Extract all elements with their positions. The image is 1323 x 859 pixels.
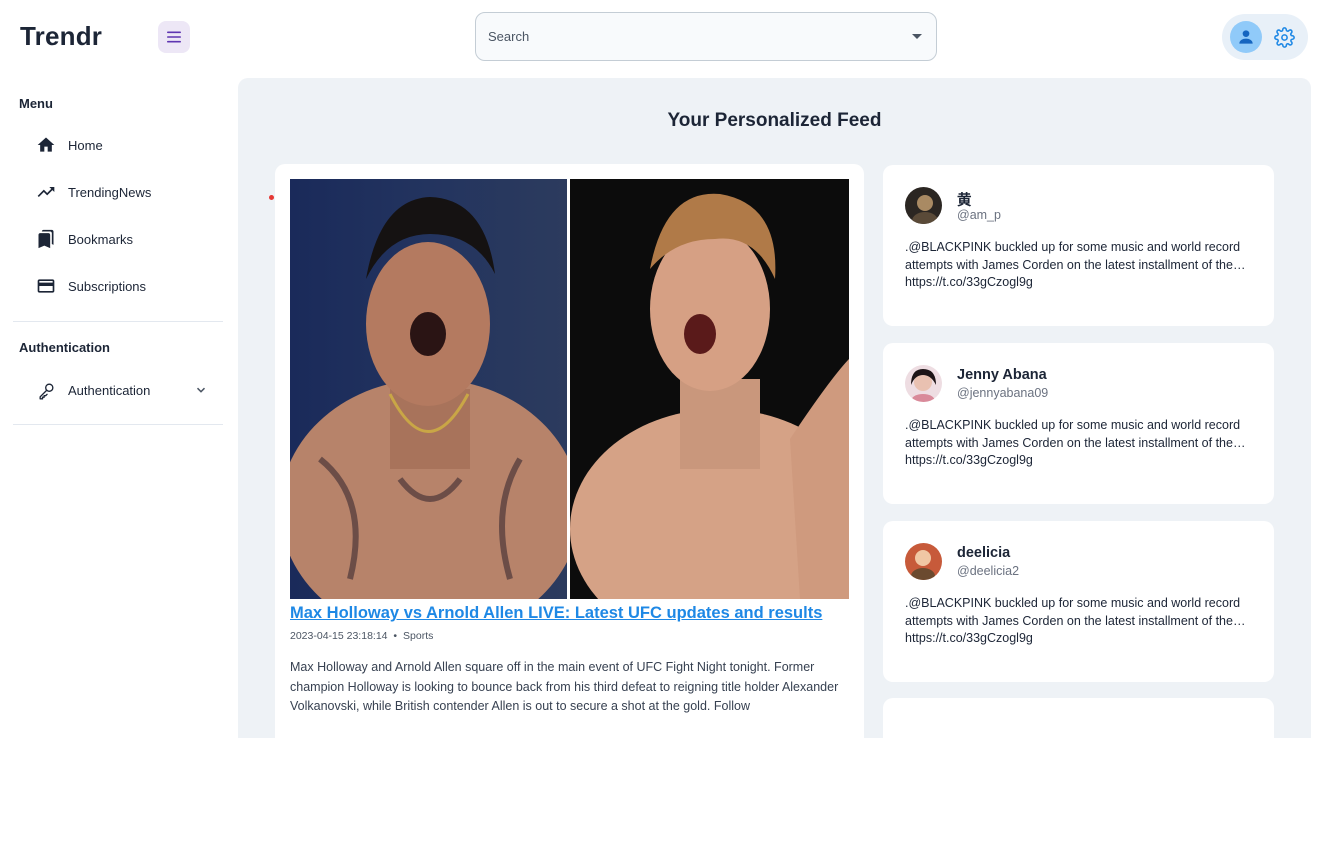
sidebar-item-subscriptions[interactable]: Subscriptions	[13, 266, 223, 306]
sidebar-item-trendingnews[interactable]: TrendingNews	[13, 172, 223, 212]
avatar[interactable]	[905, 187, 942, 224]
hamburger-icon	[167, 31, 181, 43]
sidebar-item-label: TrendingNews	[68, 184, 152, 200]
sidebar-item-label: Bookmarks	[68, 231, 134, 247]
key-icon	[35, 379, 57, 401]
tweet-author-name: deelicia	[957, 545, 1011, 561]
search-input[interactable]: Search	[475, 12, 937, 61]
tweet-text: .@BLACKPINK buckled up for some music an…	[905, 596, 1246, 645]
article-title-link[interactable]: Max Holloway vs Arnold Allen LIVE: Lates…	[290, 604, 822, 623]
menu-toggle-button[interactable]	[158, 21, 190, 53]
article-image[interactable]	[290, 179, 849, 599]
top-header: Trendr Search	[0, 0, 1323, 74]
tweet-author-name: Jenny Abana	[957, 367, 1047, 383]
bookmarks-icon	[35, 228, 57, 250]
dropdown-caret-icon[interactable]	[912, 34, 922, 39]
sidebar-divider	[13, 321, 223, 322]
menu-section-title: Menu	[19, 96, 53, 111]
avatar[interactable]	[905, 365, 942, 402]
avatar[interactable]	[905, 543, 942, 580]
meta-separator: •	[393, 630, 398, 642]
notification-dot	[269, 195, 274, 200]
tweet-card[interactable]: Jenny Abana @jennyabana09 .@BLACKPINK bu…	[883, 343, 1274, 504]
credit-card-icon	[35, 275, 57, 297]
tweet-card[interactable]: deelicia @deelicia2 .@BLACKPINK buckled …	[883, 521, 1274, 682]
tweet-author-name: 黄	[957, 193, 972, 209]
main-content: Your Personalized Feed Max Holloway vs A…	[238, 78, 1311, 859]
tweet-author-handle: @am_p	[957, 208, 1001, 222]
search-placeholder: Search	[488, 29, 530, 44]
settings-button[interactable]	[1272, 25, 1296, 49]
article-card: Max Holloway vs Arnold Allen LIVE: Lates…	[275, 164, 864, 764]
sidebar-item-bookmarks[interactable]: Bookmarks	[13, 219, 223, 259]
article-category[interactable]: Sports	[403, 630, 433, 642]
page-title: Your Personalized Feed	[667, 110, 882, 131]
sidebar-item-home[interactable]: Home	[13, 125, 223, 165]
brand-logo[interactable]: Trendr	[20, 21, 102, 52]
article-summary: Max Holloway and Arnold Allen square off…	[290, 660, 839, 713]
user-icon	[1239, 30, 1253, 44]
chevron-down-icon[interactable]	[195, 384, 207, 396]
tweet-author-handle: @jennyabana09	[957, 386, 1049, 400]
tweet-author-handle: @deelicia2	[957, 564, 1020, 578]
tweet-card[interactable]	[883, 698, 1274, 859]
header-actions	[1222, 14, 1308, 60]
sidebar-item-label: Home	[68, 137, 103, 153]
profile-avatar-button[interactable]	[1230, 21, 1262, 53]
tweet-text: .@BLACKPINK buckled up for some music an…	[905, 240, 1246, 289]
authentication-section-title: Authentication	[19, 340, 110, 355]
sidebar-item-label: Subscriptions	[68, 278, 147, 294]
fighter-left-photo	[290, 179, 567, 599]
gear-icon	[1273, 26, 1295, 48]
sidebar: Menu Home TrendingNews Bookmarks Subscri…	[0, 74, 236, 721]
article-date: 2023-04-15 23:18:14	[290, 630, 388, 642]
article-meta: 2023-04-15 23:18:14 • Sports	[290, 630, 433, 642]
sidebar-item-label: Authentication	[68, 382, 151, 398]
tweet-text: .@BLACKPINK buckled up for some music an…	[905, 418, 1246, 467]
trending-up-icon	[35, 181, 57, 203]
home-icon	[35, 134, 57, 156]
tweet-card[interactable]: 黄 @am_p .@BLACKPINK buckled up for some …	[883, 165, 1274, 326]
sidebar-item-authentication[interactable]: Authentication	[13, 370, 223, 410]
sidebar-divider	[13, 424, 223, 425]
fighter-right-photo	[570, 179, 849, 599]
